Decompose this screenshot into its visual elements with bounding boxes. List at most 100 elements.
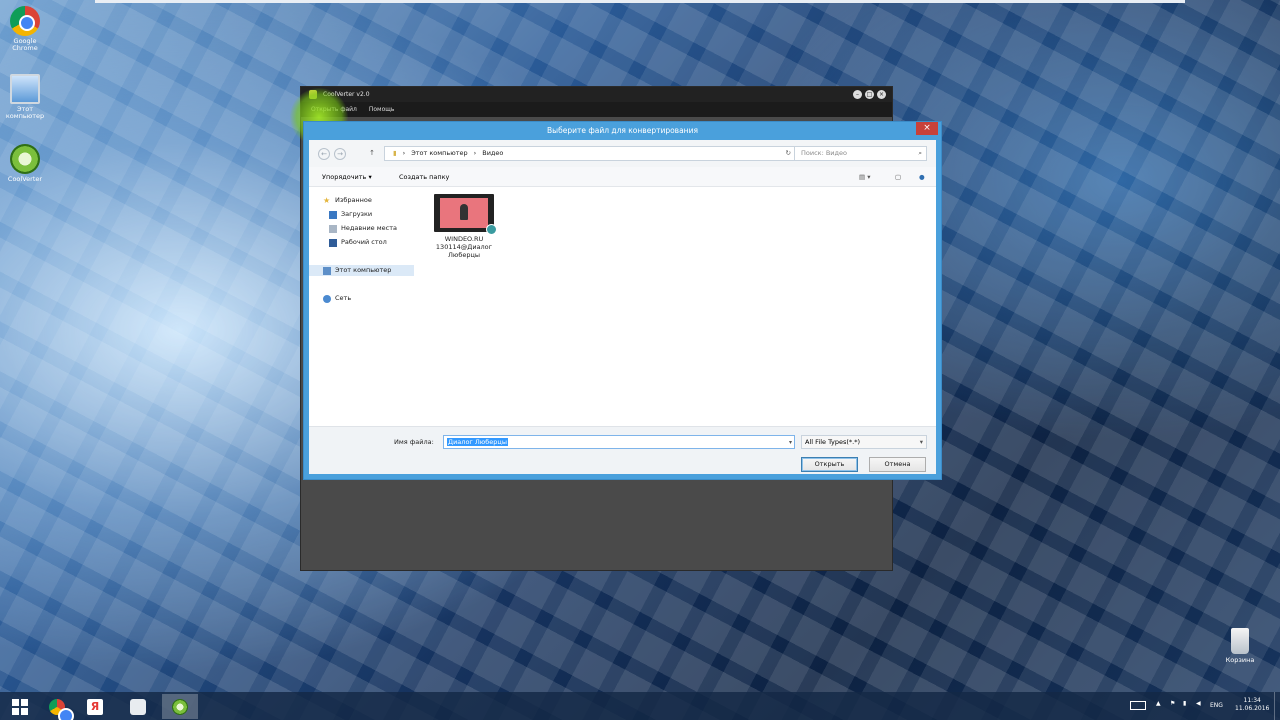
- recent-places-icon: [329, 224, 337, 233]
- desktop-icon-chrome[interactable]: Google Chrome: [0, 6, 50, 52]
- chrome-icon: [49, 698, 74, 720]
- search-input[interactable]: Поиск: Видео ⌕: [794, 146, 927, 161]
- minimize-button[interactable]: –: [853, 90, 862, 99]
- forward-button[interactable]: →: [334, 148, 346, 160]
- breadcrumb-video[interactable]: Видео: [482, 147, 503, 160]
- close-button[interactable]: ×: [877, 90, 886, 99]
- clock-time: 11:34: [1243, 697, 1261, 704]
- back-button[interactable]: ←: [318, 148, 330, 160]
- taskbar-coolverter[interactable]: [162, 694, 198, 719]
- breadcrumb-separator: ›: [473, 149, 477, 157]
- dialog-toolbar: Упорядочить ▾ Создать папку ▤ ▾ ▢ ●: [309, 167, 936, 187]
- breadcrumb-this-pc[interactable]: Этот компьютер: [411, 147, 467, 160]
- organize-button[interactable]: Упорядочить ▾: [322, 167, 372, 187]
- recycle-bin-icon: [1231, 628, 1249, 654]
- view-options-icon[interactable]: ▤ ▾: [859, 167, 870, 187]
- chevron-down-icon: ▾: [919, 438, 923, 446]
- keyboard-icon[interactable]: [1130, 701, 1146, 710]
- filename-input[interactable]: Диалог Люберцы ▾: [443, 435, 795, 449]
- filetype-select[interactable]: All File Types(*.*) ▾: [801, 435, 927, 449]
- address-row: ← → ↑ ▮ › Этот компьютер › Видео ↻ Поиск…: [309, 140, 936, 167]
- open-file-dialog: Выберите файл для конвертирования × ← → …: [303, 121, 942, 480]
- nav-label: Недавние места: [341, 224, 397, 232]
- taskbar: Я ▲ ⚑ ▮ ◀ ENG 11:34 11.06.2016: [0, 692, 1280, 720]
- breadcrumb-separator: ›: [402, 149, 406, 157]
- search-placeholder: Поиск: Видео: [801, 149, 847, 157]
- clock[interactable]: 11:34 11.06.2016: [1235, 697, 1269, 713]
- preview-pane-icon[interactable]: ▢: [895, 167, 901, 187]
- cancel-button[interactable]: Отмена: [869, 457, 926, 472]
- new-folder-button[interactable]: Создать папку: [399, 167, 449, 187]
- chrome-icon: [10, 6, 40, 36]
- flag-icon[interactable]: ⚑: [1170, 700, 1175, 707]
- help-icon[interactable]: ●: [919, 167, 925, 187]
- desktop-icon-recycle-bin[interactable]: Корзина: [1220, 628, 1260, 664]
- file-name-line: WINDEO.RU: [444, 235, 484, 243]
- navigation-pane: ★ Избранное Загрузки Недавние места Рабо…: [309, 188, 414, 426]
- yandex-browser-icon: Я: [87, 698, 103, 715]
- filename-value: Диалог Люберцы: [447, 438, 508, 446]
- maximize-button[interactable]: □: [865, 90, 874, 99]
- folder-icon: ▮: [393, 149, 397, 157]
- desktop-icon-label: Корзина: [1225, 656, 1255, 664]
- network-icon[interactable]: ▮: [1183, 700, 1186, 707]
- language-indicator[interactable]: ENG: [1210, 702, 1223, 709]
- coolverter-icon: [172, 698, 188, 715]
- nav-label: Избранное: [335, 196, 372, 204]
- file-list: WINDEO.RU 130114@Диалог Люберцы: [419, 188, 936, 426]
- nav-this-pc[interactable]: Этот компьютер: [309, 265, 414, 276]
- system-tray: ▲ ⚑ ▮ ◀ ENG 11:34 11.06.2016: [1120, 692, 1280, 720]
- computer-icon: [10, 74, 40, 104]
- refresh-icon[interactable]: ↻: [786, 147, 791, 160]
- media-app-icon: [130, 698, 146, 715]
- nav-desktop[interactable]: Рабочий стол: [329, 237, 387, 248]
- taskbar-chrome[interactable]: [39, 694, 75, 720]
- menu-help[interactable]: Помощь: [369, 102, 395, 117]
- up-button[interactable]: ↑: [366, 148, 378, 160]
- dialog-close-button[interactable]: ×: [916, 122, 938, 135]
- coolverter-icon: [10, 144, 40, 174]
- start-button[interactable]: [2, 694, 38, 719]
- show-desktop-button[interactable]: [1274, 692, 1280, 720]
- windows-logo-icon: [12, 698, 28, 715]
- file-name-line: Люберцы: [447, 251, 481, 259]
- coolverter-menubar: Открыть файл Помощь: [301, 102, 892, 117]
- nav-network[interactable]: Сеть: [323, 293, 351, 304]
- clock-date: 11.06.2016: [1235, 705, 1270, 712]
- show-hidden-icons-icon[interactable]: ▲: [1156, 700, 1161, 707]
- file-item-video[interactable]: WINDEO.RU 130114@Диалог Люберцы: [429, 194, 499, 259]
- downloads-icon: [329, 210, 337, 219]
- nav-label: Загрузки: [341, 210, 373, 218]
- desktop-icon-label: Chrome: [12, 44, 38, 52]
- video-thumbnail: [434, 194, 497, 235]
- nav-label: Рабочий стол: [341, 238, 387, 246]
- desktop-icon-coolverter[interactable]: CoolVerter: [0, 144, 50, 183]
- nav-favorites[interactable]: ★ Избранное: [323, 195, 372, 206]
- nav-recent[interactable]: Недавние места: [329, 223, 397, 234]
- filename-label: Имя файла:: [394, 438, 434, 446]
- media-badge-icon: [486, 224, 497, 235]
- chevron-down-icon[interactable]: ▾: [789, 437, 792, 449]
- dialog-footer: Имя файла: Диалог Люберцы ▾ All File Typ…: [309, 426, 936, 474]
- taskbar-yandex[interactable]: Я: [77, 694, 113, 719]
- star-icon: ★: [323, 195, 331, 205]
- desktop-icon-this-pc[interactable]: Этот компьютер: [0, 74, 50, 120]
- network-icon: [323, 294, 331, 303]
- top-window-edge: [95, 0, 1185, 3]
- open-button[interactable]: Открыть: [801, 457, 858, 472]
- dialog-title[interactable]: Выберите файл для конвертирования: [304, 122, 941, 139]
- computer-icon: [323, 266, 331, 275]
- desktop-icon-label: компьютер: [5, 112, 45, 120]
- desktop-icon-label: CoolVerter: [7, 175, 43, 183]
- coolverter-titlebar[interactable]: CoolVerter v2.0 – □ ×: [301, 87, 892, 102]
- search-icon: ⌕: [918, 149, 922, 157]
- address-bar[interactable]: ▮ › Этот компьютер › Видео ↻: [384, 146, 796, 161]
- nav-label: Этот компьютер: [335, 266, 392, 274]
- volume-icon[interactable]: ◀: [1196, 700, 1201, 707]
- taskbar-media[interactable]: [120, 694, 156, 719]
- nav-downloads[interactable]: Загрузки: [329, 209, 372, 220]
- nav-label: Сеть: [335, 294, 352, 302]
- desktop-folder-icon: [329, 238, 337, 247]
- file-name-line: 130114@Диалог: [435, 243, 493, 251]
- filetype-value: All File Types(*.*): [805, 438, 861, 446]
